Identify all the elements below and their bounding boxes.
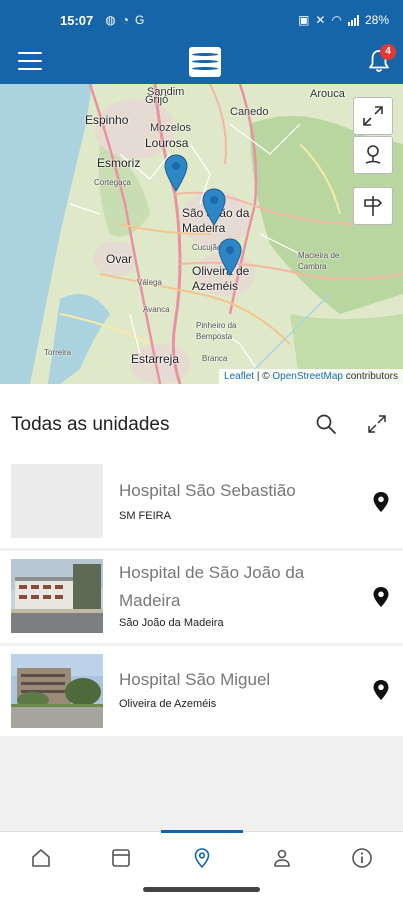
search-icon[interactable] <box>315 413 337 435</box>
map-marker-sao-joao[interactable] <box>202 188 226 226</box>
status-bar: 15:07 ◍ ◔ G ▣ ✕ ◠ 28% <box>0 0 403 40</box>
map-label-espinho: Espinho <box>85 113 129 127</box>
hospital-photo-image <box>11 559 103 633</box>
nfc-icon: ▣ <box>298 13 310 27</box>
locate-user-icon <box>365 145 381 164</box>
map-label-arouca: Arouca <box>310 88 345 100</box>
map-view[interactable]: Sandim Grijó Canedo Arouca Espinho Mozel… <box>0 84 403 384</box>
signal-icon <box>347 14 359 26</box>
osm-link[interactable]: OpenStreetMap <box>272 371 343 382</box>
map-label-mozelos: Mozelos <box>150 122 191 134</box>
map-label-grijo: Grijó <box>145 94 169 106</box>
directions-sign-icon <box>364 196 382 216</box>
google-icon: G <box>134 13 145 27</box>
battery-level: 28% <box>364 13 389 27</box>
fullscreen-icon <box>363 106 383 126</box>
brand-logo-icon <box>189 47 221 77</box>
location-pin-icon[interactable] <box>372 491 390 513</box>
map-label-branca: Branca <box>202 354 228 363</box>
hospital-photo-image <box>11 654 103 728</box>
home-icon[interactable] <box>29 846 53 870</box>
messenger-icon: ◍ <box>105 13 116 27</box>
unit-thumbnail <box>11 559 103 633</box>
notification-badge: 4 <box>380 44 396 60</box>
map-label-canedo: Canedo <box>230 106 269 118</box>
map-marker-sao-miguel[interactable] <box>218 238 242 276</box>
map-label-ovar: Ovar <box>106 252 133 266</box>
unit-name: Hospital São Miguel <box>119 670 271 689</box>
hamburger-icon[interactable] <box>18 52 42 70</box>
status-left-icons: ◍ ◔ G <box>105 13 144 27</box>
map-label-torreira: Torreira <box>44 348 72 357</box>
map-locate-button[interactable] <box>353 136 393 174</box>
location-pin-icon[interactable] <box>372 586 390 608</box>
profile-icon[interactable] <box>270 846 294 870</box>
map-directions-button[interactable] <box>353 187 393 225</box>
map-label-valega: Válega <box>137 278 162 287</box>
map-label-macieira: Macieira de Cambra <box>298 251 340 271</box>
bottom-navigation <box>0 830 403 887</box>
unit-name: Hospital de São João da Madeira <box>119 563 305 610</box>
map-label-estarreja: Estarreja <box>131 352 180 366</box>
wifi-icon: ◠ <box>331 13 342 27</box>
map-label-pinheiro: Pinheiro da Bemposta <box>196 321 237 341</box>
unit-location: SM FEIRA <box>119 510 171 522</box>
unit-location: São João da Madeira <box>119 617 224 629</box>
unit-list-item[interactable]: Hospital São Sebastião SM FEIRA <box>0 462 403 548</box>
unit-thumbnail <box>11 654 103 728</box>
gesture-handle[interactable] <box>143 887 260 892</box>
unit-list-item[interactable]: Hospital de São João da Madeira São João… <box>0 551 403 643</box>
sync-icon: ◔ <box>121 13 129 27</box>
location-pin-icon[interactable] <box>372 679 390 701</box>
map-label-avanca: Avanca <box>143 305 170 314</box>
unit-list-item[interactable]: Hospital São Miguel Oliveira de Azeméis <box>0 646 403 736</box>
map-label-esmoriz: Esmoriz <box>97 156 141 170</box>
leaflet-link[interactable]: Leaflet <box>224 371 254 382</box>
unit-name: Hospital São Sebastião <box>119 481 296 500</box>
calendar-icon[interactable] <box>109 846 133 870</box>
map-marker-sao-sebastiao[interactable] <box>164 154 188 192</box>
units-header: Todas as unidades <box>0 384 403 462</box>
unit-thumbnail-placeholder <box>11 464 103 538</box>
map-label-lourosa: Lourosa <box>145 136 189 150</box>
map-pin-icon[interactable] <box>190 846 214 870</box>
expand-icon[interactable] <box>366 413 388 435</box>
unit-location: Oliveira de Azeméis <box>119 698 217 710</box>
mute-icon: ✕ <box>315 13 326 27</box>
section-title: Todas as unidades <box>11 414 170 435</box>
status-time: 15:07 <box>60 12 94 28</box>
map-attribution: Leaflet | © OpenStreetMap contributors <box>219 369 403 384</box>
map-label-cortegaca: Cortegaça <box>94 178 131 187</box>
info-icon[interactable] <box>350 846 374 870</box>
map-fullscreen-button[interactable] <box>353 97 393 135</box>
status-right-icons: ▣ ✕ ◠ 28% <box>298 13 389 27</box>
active-tab-indicator <box>161 830 243 833</box>
app-bar <box>0 40 403 84</box>
